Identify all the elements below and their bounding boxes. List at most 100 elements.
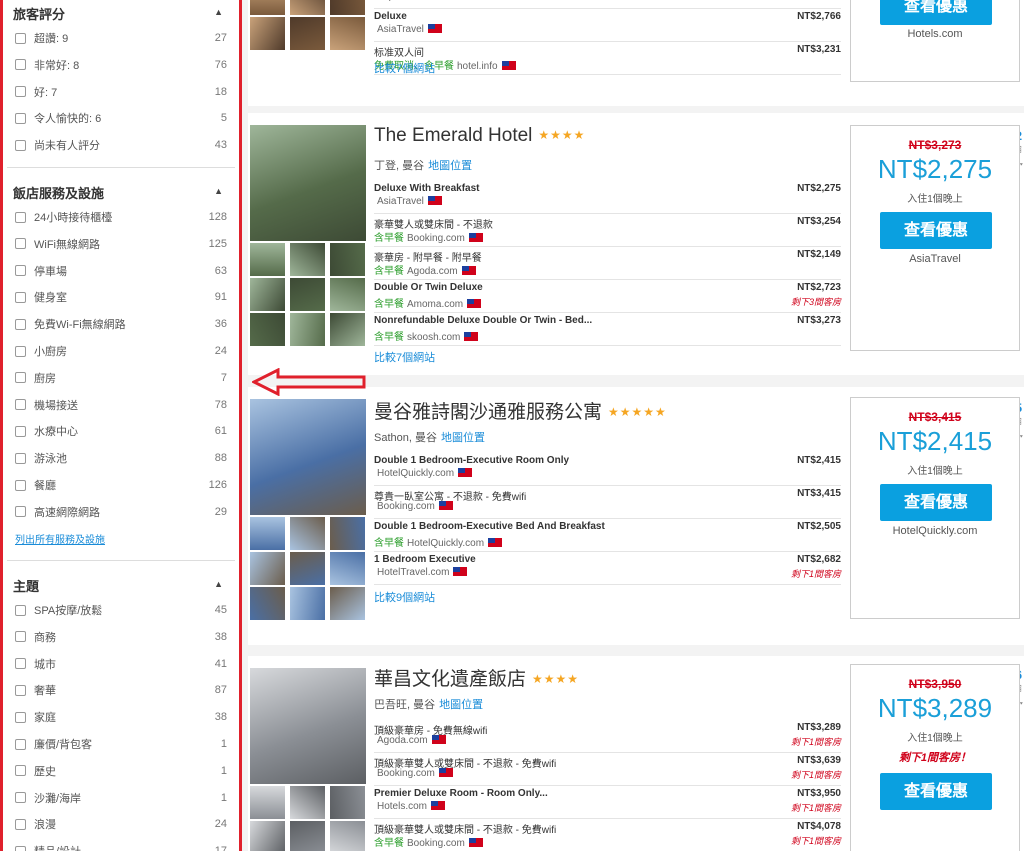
filter-option[interactable]: 餐廳 126 [15,476,227,494]
checkbox[interactable] [15,291,26,303]
hotel-thumbnail[interactable] [330,821,365,851]
hotel-thumbnail[interactable] [290,552,325,585]
hotel-thumbnail[interactable] [330,278,365,311]
filter-option[interactable]: 水療中心 61 [15,422,227,440]
offer-price[interactable]: NT$3,639 [797,755,841,766]
room-name[interactable]: Deluxe [374,11,407,22]
checkbox[interactable] [15,211,26,223]
offer-price[interactable]: NT$3,254 [797,216,841,227]
filter-option[interactable]: 小廚房 24 [15,342,227,360]
hotel-main-photo[interactable] [250,125,366,241]
price-offer-row[interactable]: 豪華房 - 附早餐 - 附早餐 含早餐 Agoda.com NT$2,149 [374,247,841,280]
filter-option[interactable]: 歷史 1 [15,762,227,780]
checkbox[interactable] [15,479,26,491]
filter-option[interactable]: 非常好: 8 76 [15,56,227,74]
room-name[interactable]: Double 1 Bedroom-Executive Room Only [374,455,569,466]
price-offer-row[interactable]: 豪華雙人或雙床間 - 不退款 含早餐 Booking.com NT$3,254 [374,214,841,247]
hotel-thumbnail[interactable] [330,786,365,819]
checkbox[interactable] [15,792,26,804]
price-offer-row[interactable]: Nonrefundable Deluxe Double Or Twin - Be… [374,313,841,346]
filter-option[interactable]: 商務 38 [15,628,227,646]
filter-option[interactable]: 好: 7 18 [15,83,227,101]
map-location-link[interactable]: 地圖位置 [439,699,483,711]
hotel-thumbnail[interactable] [290,517,325,550]
filter-option[interactable]: 健身室 91 [15,288,227,306]
checkbox[interactable] [15,59,26,71]
checkbox[interactable] [15,765,26,777]
best-price[interactable]: NT$3,289 [851,693,1019,724]
hotel-thumbnail[interactable] [330,587,365,620]
offer-price[interactable]: NT$2,275 [797,183,841,194]
checkbox[interactable] [15,399,26,411]
filter-option[interactable]: 精品/設計 17 [15,842,227,851]
room-name[interactable]: Double 1 Bedroom-Executive Bed And Break… [374,521,605,532]
hotel-name[interactable]: The Emerald Hotel ★★★★ [374,125,585,147]
price-offer-row[interactable]: 标准双人间 免費取消、含早餐 hotel.info NT$3,231 [374,42,841,75]
filter-option[interactable]: 24小時接待櫃檯 128 [15,208,227,226]
checkbox[interactable] [15,711,26,723]
price-offer-row[interactable]: 頂級豪華房 - 免費無線wifi Agoda.com NT$3,289 剩下1間客房 [374,720,841,753]
filter-option[interactable]: 免費Wi-Fi無線網路 36 [15,315,227,333]
collapse-toggle-icon[interactable]: ▲ [214,186,223,196]
price-offer-row[interactable]: Deluxe AsiaTravel NT$2,766 [374,9,841,42]
checkbox[interactable] [15,32,26,44]
filter-option[interactable]: 停車場 63 [15,262,227,280]
checkbox[interactable] [15,318,26,330]
checkbox[interactable] [15,658,26,670]
hotel-thumbnail[interactable] [250,278,285,311]
checkbox[interactable] [15,818,26,830]
offer-price[interactable]: NT$3,950 [797,788,841,799]
hotel-thumbnail[interactable] [290,821,325,851]
compare-sites-link[interactable]: 比較7個網站 [374,349,435,365]
checkbox[interactable] [15,506,26,518]
checkbox[interactable] [15,452,26,464]
hotel-thumbnail[interactable] [290,0,325,15]
hotel-thumbnail[interactable] [250,821,285,851]
hotel-main-photo[interactable] [250,399,366,515]
view-deal-button[interactable]: 查看優惠 [880,212,992,249]
hotel-name-text[interactable]: 曼谷雅詩閣沙通雅服務公寓 [374,402,602,423]
view-deal-button[interactable]: 查看優惠 [880,0,992,25]
collapse-toggle-icon[interactable]: ▲ [214,579,223,589]
room-name[interactable]: 1 Bedroom Executive [374,554,476,565]
offer-price[interactable]: NT$3,273 [797,315,841,326]
hotel-thumbnail[interactable] [330,17,365,50]
filter-option[interactable]: 游泳池 88 [15,449,227,467]
hotel-thumbnail[interactable] [330,0,365,15]
offer-price[interactable]: NT$2,415 [797,455,841,466]
view-deal-button[interactable]: 查看優惠 [880,773,992,810]
filter-option[interactable]: 廚房 7 [15,369,227,387]
hotel-thumbnail[interactable] [290,243,325,276]
checkbox[interactable] [15,604,26,616]
compare-sites-link[interactable]: 比較7個網站 [374,60,435,76]
filter-option[interactable]: 廉價/背包客 1 [15,735,227,753]
hotel-name-text[interactable]: The Emerald Hotel [374,125,532,146]
checkbox[interactable] [15,425,26,437]
checkbox[interactable] [15,738,26,750]
hotel-thumbnail[interactable] [250,313,285,346]
offer-price[interactable]: NT$3,289 [797,722,841,733]
hotel-thumbnail[interactable] [330,552,365,585]
price-offer-row[interactable]: 1 Bedroom Executive HotelTravel.com NT$2,6… [374,552,841,585]
hotel-thumbnail[interactable] [250,243,285,276]
filter-option[interactable]: WiFi無線網路 125 [15,235,227,253]
checkbox[interactable] [15,372,26,384]
filter-option[interactable]: 超讚: 9 27 [15,29,227,47]
hotel-thumbnail[interactable] [290,786,325,819]
price-offer-row[interactable]: Expedia.com.tw [374,0,841,9]
hotel-thumbnail[interactable] [250,587,285,620]
checkbox[interactable] [15,631,26,643]
hotel-thumbnail[interactable] [290,278,325,311]
checkbox[interactable] [15,845,26,851]
price-offer-row[interactable]: 尊貴一臥室公寓 - 不退款 - 免費wifi Booking.com NT$3,41… [374,486,841,519]
filter-option[interactable]: 機場接送 78 [15,396,227,414]
offer-price[interactable]: NT$2,723 [797,282,841,293]
price-offer-row[interactable]: Premier Deluxe Room - Room Only... Hotels… [374,786,841,819]
hotel-thumbnail[interactable] [290,587,325,620]
hotel-thumbnail[interactable] [330,313,365,346]
hotel-name-text[interactable]: 華昌文化遺產飯店 [374,669,526,690]
filter-option[interactable]: 城市 41 [15,655,227,673]
offer-price[interactable]: NT$4,078 [797,821,841,832]
checkbox[interactable] [15,112,26,124]
hotel-thumbnail[interactable] [290,17,325,50]
